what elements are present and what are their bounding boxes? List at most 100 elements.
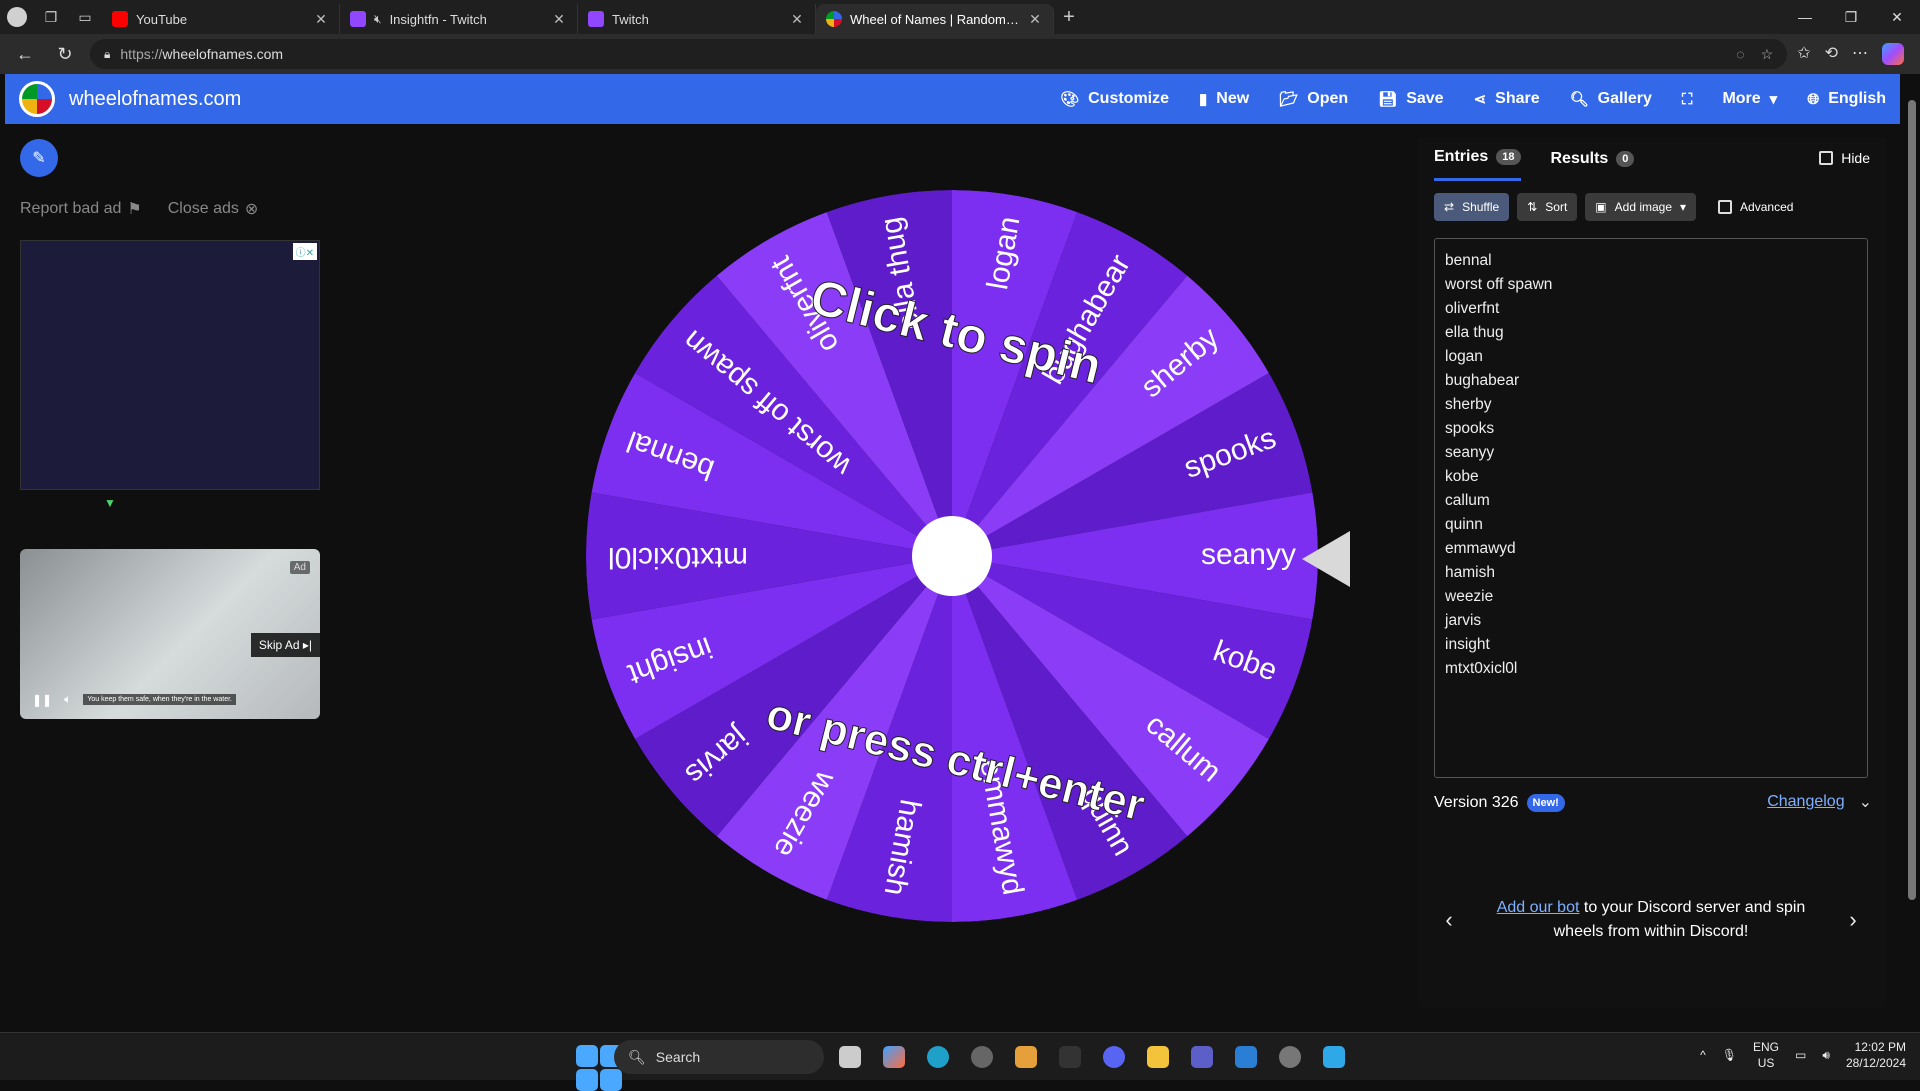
edit-button[interactable]: ✎ <box>20 139 58 177</box>
close-ads-link[interactable]: Close ads ⊗ <box>168 199 259 219</box>
minimize-icon[interactable]: — <box>1782 9 1828 26</box>
wheel[interactable]: bennal worst off spawn oliverfnt ella thug l… <box>584 188 1320 924</box>
report-bad-ad-link[interactable]: Report bad ad ⚑ <box>20 199 142 219</box>
adchoices-icon[interactable]: ⓘ✕ <box>292 243 317 260</box>
tab-insightfn-twitch[interactable]: 🔇︎ Insightfn - Twitch ✕ <box>340 4 578 34</box>
entry-line[interactable]: worst off spawn <box>1445 273 1857 297</box>
tab-entries[interactable]: Entries 18 <box>1434 148 1521 181</box>
brand-name[interactable]: wheelofnames.com <box>69 88 241 111</box>
entry-line[interactable]: sherby <box>1445 393 1857 417</box>
skip-ad-button[interactable]: Skip Ad ▸| <box>250 633 320 657</box>
language-indicator[interactable]: ENG US <box>1753 1039 1779 1071</box>
muted-speaker-icon[interactable]: 🔇︎ <box>374 12 382 27</box>
fullscreen-button[interactable]: ⛶ <box>1682 90 1693 108</box>
tab-results[interactable]: Results 0 <box>1551 148 1635 181</box>
entry-line[interactable]: bughabear <box>1445 369 1857 393</box>
favorite-star-icon[interactable]: ☆ <box>1761 46 1774 63</box>
copilot-app-icon[interactable] <box>876 1039 912 1075</box>
wheel-canvas[interactable]: bennalworst off spawnoliverfnt ella thug l… <box>584 188 1320 924</box>
entry-line[interactable]: quinn <box>1445 513 1857 537</box>
restore-icon[interactable]: ❐ <box>1828 9 1874 26</box>
copilot-icon[interactable] <box>1882 43 1904 65</box>
ad-banner[interactable]: ⓘ✕ <box>20 240 320 490</box>
refresh-icon[interactable]: ↻ <box>50 44 80 65</box>
new-tab-icon[interactable]: + <box>1054 6 1084 29</box>
wheel-logo-icon[interactable] <box>19 81 55 117</box>
entry-line[interactable]: mtxt0xicl0l <box>1445 657 1857 681</box>
workspaces-icon[interactable]: ❐ <box>34 0 68 34</box>
changelog-link[interactable]: Changelog <box>1767 793 1844 811</box>
gallery-button[interactable]: 🔍︎ Gallery <box>1570 90 1652 108</box>
add-our-bot-link[interactable]: Add our bot <box>1497 899 1580 916</box>
clock[interactable]: 12:02 PM 28/12/2024 <box>1846 1039 1906 1071</box>
entry-line[interactable]: spooks <box>1445 417 1857 441</box>
entries-textarea[interactable]: bennal worst off spawn oliverfnt ella thug l… <box>1434 238 1868 778</box>
entry-line[interactable]: weezie <box>1445 585 1857 609</box>
back-icon[interactable]: ← <box>10 44 40 65</box>
entry-line[interactable]: bennal <box>1445 249 1857 273</box>
chevron-left-icon[interactable]: ‹ <box>1434 907 1464 933</box>
teams-icon[interactable] <box>1184 1039 1220 1075</box>
shuffle-button[interactable]: ⇄ Shuffle <box>1434 193 1510 221</box>
task-view-icon[interactable] <box>832 1039 868 1075</box>
edge-icon[interactable] <box>920 1039 956 1075</box>
chevron-down-icon[interactable]: ⌄ <box>1859 792 1872 812</box>
scrollbar-thumb[interactable] <box>1908 100 1916 900</box>
video-ad[interactable]: Ad Skip Ad ▸| ❚❚ 🔈︎ You keep them safe, … <box>20 549 320 719</box>
entry-line[interactable]: emmawyd <box>1445 537 1857 561</box>
fortnite-icon[interactable] <box>1316 1039 1352 1075</box>
history-icon[interactable]: ⟲ <box>1825 43 1838 65</box>
page-scrollbar[interactable] <box>1908 100 1916 1012</box>
close-tab-icon[interactable]: ✕ <box>1027 11 1043 28</box>
tab-twitch[interactable]: Twitch ✕ <box>578 4 816 34</box>
microphone-icon[interactable]: 🎙︎ <box>1722 1048 1737 1062</box>
close-tab-icon[interactable]: ✕ <box>551 11 567 28</box>
discord-icon[interactable] <box>1096 1039 1132 1075</box>
tab-youtube[interactable]: YouTube ✕ <box>102 4 340 34</box>
tab-wheel-of-names[interactable]: Wheel of Names | Random name ✕ <box>816 4 1054 34</box>
vertical-tabs-icon[interactable]: ▭ <box>68 0 102 34</box>
close-window-icon[interactable]: ✕ <box>1874 9 1920 26</box>
advanced-checkbox[interactable] <box>1718 200 1733 214</box>
entry-line[interactable]: ella thug <box>1445 321 1857 345</box>
url-field[interactable]: 🔒︎ https://wheelofnames.com ◌ ☆ <box>90 39 1788 69</box>
entry-line[interactable]: seanyy <box>1445 441 1857 465</box>
chevron-up-icon[interactable]: ^ <box>1700 1048 1706 1062</box>
hide-checkbox[interactable] <box>1819 151 1834 165</box>
new-button[interactable]: ▮ New <box>1199 90 1249 108</box>
hide-toggle[interactable]: Hide <box>1819 150 1870 166</box>
start-button[interactable] <box>570 1039 622 1091</box>
chrome-icon[interactable] <box>964 1039 1000 1075</box>
store-icon[interactable] <box>1228 1039 1264 1075</box>
volume-icon[interactable]: 🔊︎ <box>1822 1048 1830 1063</box>
open-button[interactable]: 📂︎ Open <box>1279 90 1348 108</box>
entry-line[interactable]: kobe <box>1445 465 1857 489</box>
favorites-icon[interactable]: ✩ <box>1797 43 1810 65</box>
entry-line[interactable]: insight <box>1445 633 1857 657</box>
entry-line[interactable]: jarvis <box>1445 609 1857 633</box>
profile-button[interactable] <box>0 0 34 34</box>
pause-icon[interactable]: ❚❚ <box>32 693 52 707</box>
entry-line[interactable]: callum <box>1445 489 1857 513</box>
settings-icon[interactable] <box>1272 1039 1308 1075</box>
chevron-right-icon[interactable]: › <box>1838 907 1868 933</box>
entry-line[interactable]: oliverfnt <box>1445 297 1857 321</box>
save-button[interactable]: 💾︎ Save <box>1378 90 1443 108</box>
network-icon[interactable]: ▭ <box>1795 1048 1806 1062</box>
language-button[interactable]: 🌐︎ English <box>1807 90 1886 108</box>
app-icon[interactable] <box>1008 1039 1044 1075</box>
reader-icon[interactable]: ◌ <box>1736 46 1744 63</box>
share-button[interactable]: ⋖ Share <box>1474 90 1540 108</box>
entry-line[interactable]: logan <box>1445 345 1857 369</box>
epic-games-icon[interactable] <box>1052 1039 1088 1075</box>
file-explorer-icon[interactable] <box>1140 1039 1176 1075</box>
taskbar-search[interactable]: 🔍︎ Search <box>614 1040 824 1074</box>
add-image-button[interactable]: ▣ Add image ▾ <box>1585 193 1697 221</box>
close-tab-icon[interactable]: ✕ <box>313 11 329 28</box>
settings-more-icon[interactable]: ⋯ <box>1852 43 1868 65</box>
close-tab-icon[interactable]: ✕ <box>789 11 805 28</box>
mute-icon[interactable]: 🔈︎ <box>64 692 71 707</box>
entry-line[interactable]: hamish <box>1445 561 1857 585</box>
customize-button[interactable]: 🎨︎ Customize <box>1060 90 1169 108</box>
more-button[interactable]: More ▾ <box>1722 90 1777 108</box>
